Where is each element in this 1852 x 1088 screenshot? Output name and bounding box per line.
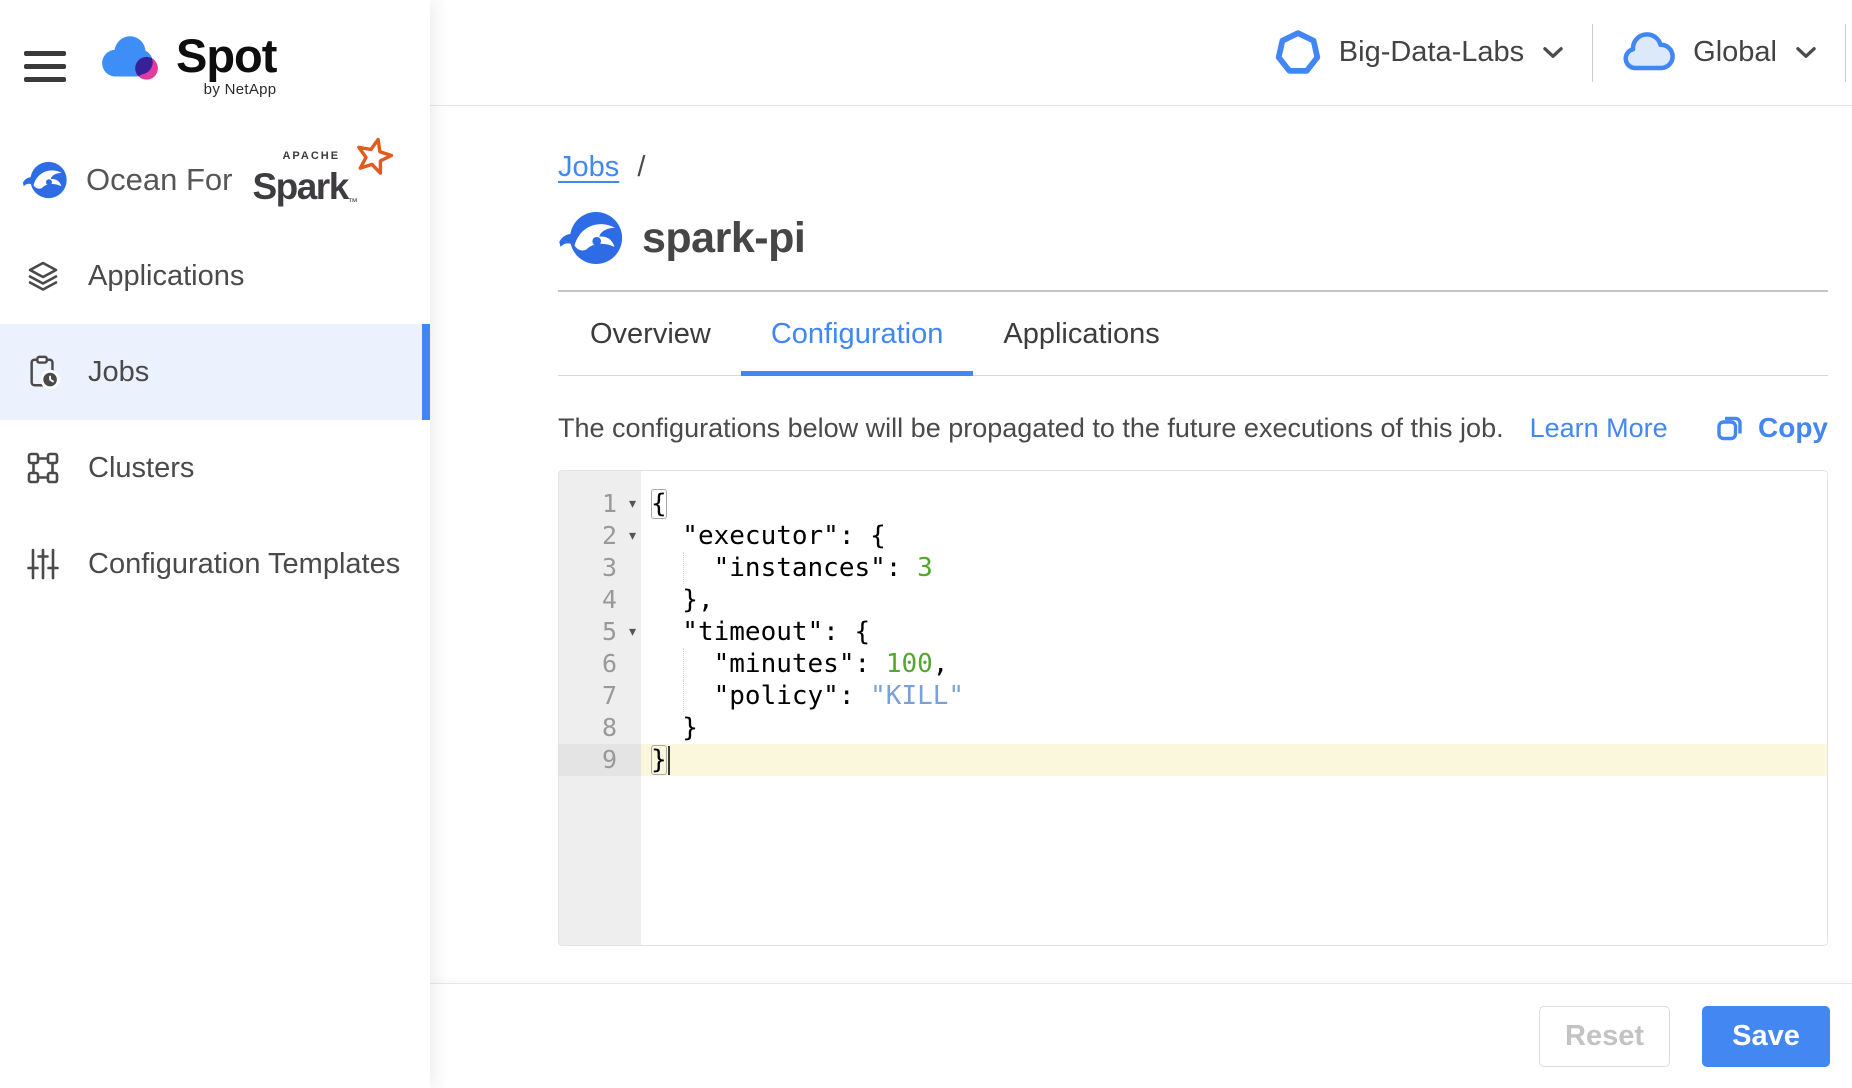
apache-label: APACHE	[282, 150, 340, 162]
cloud-icon	[1621, 32, 1675, 74]
sidebar-nav: Applications Jobs	[0, 228, 430, 612]
apache-star-icon	[350, 132, 398, 180]
code-line-content[interactable]: "timeout": {	[641, 616, 1827, 648]
code-line-content[interactable]: },	[641, 584, 1827, 616]
sidebar: Spot by NetApp Ocean For APACHE Spark™	[0, 0, 430, 1088]
breadcrumb: Jobs /	[558, 151, 1828, 184]
gutter	[559, 471, 641, 488]
spot-cloud-icon	[98, 34, 162, 84]
copy-label: Copy	[1758, 412, 1828, 444]
heptagon-icon	[1275, 30, 1321, 76]
editor-line[interactable]: 2▾ "executor": {	[559, 520, 1827, 552]
clusters-icon	[26, 450, 60, 486]
code-line-content[interactable]: }	[641, 712, 1827, 744]
code-line-content[interactable]: }	[641, 744, 1827, 776]
brand-byline: by NetApp	[204, 81, 277, 98]
tab-configuration[interactable]: Configuration	[741, 292, 974, 375]
main-content: Jobs / spark-pi Overview Configuration A…	[430, 105, 1852, 983]
description-text: The configurations below will be propaga…	[558, 413, 1504, 444]
breadcrumb-separator: /	[637, 151, 645, 183]
menu-icon[interactable]	[24, 51, 66, 82]
product-brand: Ocean For APACHE Spark™	[0, 152, 430, 208]
line-number[interactable]: 6	[559, 648, 641, 680]
brand-name: Spot	[176, 34, 276, 78]
text-cursor	[668, 746, 671, 775]
page-title: spark-pi	[642, 214, 805, 263]
clipboard-clock-icon	[26, 354, 60, 390]
org-selector[interactable]: Big-Data-Labs	[1275, 30, 1564, 76]
trademark: ™	[348, 197, 358, 208]
editor-line[interactable]: 9}	[559, 744, 1827, 776]
top-bar: Big-Data-Labs Global	[430, 0, 1852, 106]
ocean-wave-icon	[558, 208, 624, 268]
sidebar-item-label: Applications	[88, 260, 244, 293]
ocean-wave-icon	[22, 159, 68, 201]
breadcrumb-link-jobs[interactable]: Jobs	[558, 151, 619, 183]
line-number[interactable]: 5▾	[559, 616, 641, 648]
line-number[interactable]: 7	[559, 680, 641, 712]
line-number[interactable]: 2▾	[559, 520, 641, 552]
line-number[interactable]: 4	[559, 584, 641, 616]
sliders-icon	[26, 546, 60, 582]
chevron-down-icon	[1542, 46, 1564, 59]
editor-line[interactable]: 3 "instances": 3	[559, 552, 1827, 584]
sidebar-item-label: Clusters	[88, 452, 194, 485]
code-line-content[interactable]: "executor": {	[641, 520, 1827, 552]
fold-arrow-icon[interactable]: ▾	[627, 488, 638, 520]
editor-line[interactable]: 5▾ "timeout": {	[559, 616, 1827, 648]
sidebar-item-label: Configuration Templates	[88, 548, 400, 581]
fold-arrow-icon[interactable]: ▾	[627, 616, 638, 648]
spot-logo: Spot by NetApp	[98, 34, 276, 98]
editor-line[interactable]: 8 }	[559, 712, 1827, 744]
code-line-content[interactable]: "instances": 3	[641, 552, 1827, 584]
tab-bar: Overview Configuration Applications	[558, 292, 1828, 376]
line-number[interactable]: 9	[559, 744, 641, 776]
line-number[interactable]: 1▾	[559, 488, 641, 520]
line-number[interactable]: 3	[559, 552, 641, 584]
code-line-content[interactable]: "policy": "KILL"	[641, 680, 1827, 712]
sidebar-item-jobs[interactable]: Jobs	[0, 324, 430, 420]
editor-line[interactable]: 6 "minutes": 100,	[559, 648, 1827, 680]
code-editor[interactable]: 1▾{2▾ "executor": {3 "instances": 34 },5…	[558, 470, 1828, 946]
divider	[1592, 24, 1593, 82]
editor-filler[interactable]	[559, 776, 1827, 945]
reset-button[interactable]: Reset	[1539, 1006, 1670, 1067]
product-name: Ocean For	[86, 162, 232, 198]
tab-overview[interactable]: Overview	[560, 292, 741, 375]
org-name: Big-Data-Labs	[1339, 36, 1524, 69]
learn-more-link[interactable]: Learn More	[1530, 413, 1668, 444]
editor-line[interactable]: 7 "policy": "KILL"	[559, 680, 1827, 712]
copy-icon	[1714, 412, 1746, 444]
chevron-down-icon	[1795, 46, 1817, 59]
fold-arrow-icon[interactable]: ▾	[627, 520, 638, 552]
gutter	[559, 776, 641, 945]
code-line-content[interactable]: "minutes": 100,	[641, 648, 1827, 680]
layers-icon	[26, 258, 60, 294]
line-number[interactable]: 8	[559, 712, 641, 744]
tab-applications[interactable]: Applications	[973, 292, 1189, 375]
sidebar-item-label: Jobs	[88, 356, 149, 389]
sidebar-item-configuration-templates[interactable]: Configuration Templates	[0, 516, 430, 612]
editor-line[interactable]: 1▾{	[559, 488, 1827, 520]
footer-bar: Reset Save	[430, 983, 1852, 1088]
editor-padding	[559, 471, 1827, 488]
editor-line[interactable]: 4 },	[559, 584, 1827, 616]
scope-selector[interactable]: Global	[1621, 32, 1817, 74]
divider	[1845, 24, 1846, 82]
scope-name: Global	[1693, 36, 1777, 69]
sidebar-item-applications[interactable]: Applications	[0, 228, 430, 324]
sidebar-item-clusters[interactable]: Clusters	[0, 420, 430, 516]
spark-logo: APACHE Spark™	[252, 152, 377, 208]
save-button[interactable]: Save	[1702, 1006, 1830, 1067]
spark-word: Spark	[252, 166, 347, 207]
code-line-content[interactable]: {	[641, 488, 1827, 520]
copy-button[interactable]: Copy	[1714, 412, 1828, 444]
